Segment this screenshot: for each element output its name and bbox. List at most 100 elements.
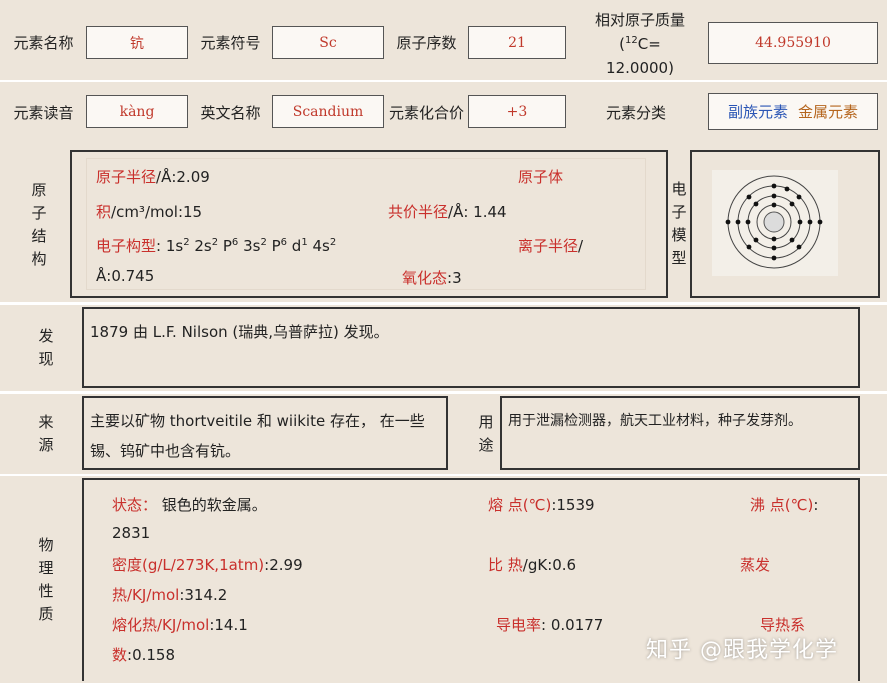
symbol-label: 元素符号 bbox=[200, 33, 261, 52]
density-label: 密度(g/L/273K,1atm) bbox=[112, 556, 265, 574]
oxidation-value: :3 bbox=[447, 269, 462, 287]
mass-label: 相对原子质量 (12C= 12.0000) bbox=[578, 8, 702, 80]
covalent-value: /Å: 1.44 bbox=[448, 203, 507, 221]
covalent-row: 共价半径/Å: 1.44 bbox=[388, 201, 507, 222]
fusion-value: :14.1 bbox=[209, 616, 248, 634]
thermal-row: 数:0.158 bbox=[112, 644, 175, 665]
category-label: 元素分类 bbox=[605, 103, 666, 122]
reading-value: kàng bbox=[86, 95, 188, 128]
physical-label: 物 理 性 质 bbox=[26, 480, 66, 680]
mass-label-line2: (12C= bbox=[619, 35, 661, 53]
model-label: 电 子 模 型 bbox=[668, 150, 690, 298]
density-value: :2.99 bbox=[264, 556, 303, 574]
number-value: 21 bbox=[468, 26, 566, 59]
state-value: 银色的软金属。 bbox=[157, 496, 267, 514]
specific-heat-row: 比 热/gK:0.6 bbox=[488, 554, 576, 575]
boiling-label: 沸 点(℃) bbox=[750, 496, 814, 514]
evaporation-value: :314.2 bbox=[179, 586, 228, 604]
category-value-1: 副族元素 bbox=[727, 103, 788, 121]
thermal-label-cont: 数 bbox=[112, 646, 128, 664]
thermal-value: :0.158 bbox=[127, 646, 176, 664]
evaporation-row: 热/KJ/mol:314.2 bbox=[112, 584, 227, 605]
english-label: 英文名称 bbox=[200, 103, 261, 122]
uses-label-char: 途 bbox=[478, 436, 494, 454]
atomic-structure-label: 原 子 结 构 bbox=[20, 150, 58, 300]
state-row: 状态： 银色的软金属。 bbox=[112, 494, 267, 515]
reading-label: 元素读音 bbox=[13, 103, 74, 122]
mass-label-sup: 12 bbox=[625, 35, 638, 46]
atomic-structure-label-char: 构 bbox=[31, 250, 47, 268]
density-row: 密度(g/L/273K,1atm):2.99 bbox=[112, 554, 303, 575]
melting-value: :1539 bbox=[551, 496, 595, 514]
oxidation-label: 氧化态 bbox=[402, 269, 448, 287]
ionic-label: 离子半径 bbox=[518, 237, 579, 255]
model-label-char: 型 bbox=[671, 249, 687, 267]
discovery-text: 1879 由 L.F. Nilson (瑞典,乌普萨拉) 发现。 bbox=[90, 323, 389, 341]
volume-label: 原子体 bbox=[518, 168, 564, 186]
electron-shell-diagram bbox=[712, 170, 838, 276]
conductivity-label: 导电率 bbox=[496, 616, 542, 634]
mass-value: 44.955910 bbox=[708, 22, 878, 64]
ionic-slash: / bbox=[578, 237, 584, 255]
name-value: 钪 bbox=[86, 26, 188, 59]
conductivity-row: 导电率: 0.0177 bbox=[496, 614, 603, 635]
config-row: 电子构型: 1s2 2s2 P6 3s2 P6 d1 4s2 bbox=[96, 235, 336, 256]
atomic-structure-label-char: 子 bbox=[31, 204, 47, 222]
discovery-label: 发 现 bbox=[26, 310, 66, 386]
fusion-label: 熔化热/KJ/mol bbox=[112, 616, 210, 634]
valence-value: +3 bbox=[468, 95, 566, 128]
boiling-value: 2831 bbox=[112, 524, 151, 542]
discovery-label-char: 现 bbox=[38, 350, 54, 368]
discovery-label-char: 发 bbox=[38, 327, 54, 345]
mass-label-line3: 12.0000) bbox=[606, 59, 674, 77]
uses-label: 用 途 bbox=[472, 398, 500, 470]
conductivity-value: : 0.0177 bbox=[541, 616, 604, 634]
oxidation-row: 氧化态:3 bbox=[402, 267, 462, 288]
atomic-structure-label-char: 结 bbox=[31, 227, 47, 245]
fusion-row: 熔化热/KJ/mol:14.1 bbox=[112, 614, 248, 635]
valence-label: 元素化合价 bbox=[389, 104, 465, 122]
mass-label-mid: C= bbox=[637, 35, 661, 53]
melting-row: 熔 点(℃):1539 bbox=[488, 494, 595, 515]
source-panel: 主要以矿物 thortveitile 和 wiikite 存在， 在一些 锡、钨… bbox=[82, 396, 448, 470]
radius-label: 原子半径 bbox=[96, 168, 157, 186]
source-label: 来 源 bbox=[26, 398, 66, 470]
ionic-row: 离子半径/ bbox=[518, 235, 583, 256]
english-value: Scandium bbox=[272, 95, 384, 128]
mass-label-line1: 相对原子质量 bbox=[594, 11, 685, 29]
watermark: 知乎 @跟我学化学 bbox=[646, 638, 838, 663]
name-label: 元素名称 bbox=[13, 33, 74, 52]
physical-label-char: 质 bbox=[38, 605, 54, 623]
evaporation-label-cont: 热/KJ/mol bbox=[112, 586, 180, 604]
symbol-value: Sc bbox=[272, 26, 384, 59]
physical-label-char: 性 bbox=[38, 582, 54, 600]
source-label-char: 来 bbox=[38, 413, 54, 431]
config-label: 电子构型 bbox=[96, 237, 157, 255]
uses-panel: 用于泄漏检测器，航天工业材料，种子发芽剂。 bbox=[500, 396, 860, 470]
radius-row: 原子半径/Å:2.09 bbox=[96, 166, 210, 187]
specific-heat-value: /gK:0.6 bbox=[522, 556, 577, 574]
state-label: 状态： bbox=[112, 496, 158, 514]
source-label-char: 源 bbox=[38, 436, 54, 454]
volume-value: /cm³/mol:15 bbox=[111, 203, 203, 221]
uses-text: 用于泄漏检测器，航天工业材料，种子发芽剂。 bbox=[508, 413, 802, 429]
config-value: : 1s2 2s2 P6 3s2 P6 d1 4s2 bbox=[156, 237, 337, 255]
category-value-2: 金属元素 bbox=[798, 103, 859, 121]
atomic-structure-panel: 原子半径/Å:2.09 原子体 积/cm³/mol:15 共价半径/Å: 1.4… bbox=[70, 150, 668, 298]
evaporation-label: 蒸发 bbox=[740, 556, 771, 574]
uses-label-char: 用 bbox=[478, 413, 494, 431]
atomic-structure-label-char: 原 bbox=[31, 181, 47, 199]
specific-heat-label: 比 热 bbox=[488, 556, 523, 574]
physical-label-char: 理 bbox=[38, 559, 54, 577]
boiling-colon: : bbox=[813, 496, 819, 514]
model-label-char: 子 bbox=[671, 203, 687, 221]
physical-label-char: 物 bbox=[38, 536, 54, 554]
covalent-label: 共价半径 bbox=[388, 203, 449, 221]
melting-label: 熔 点(℃) bbox=[488, 496, 552, 514]
model-label-char: 模 bbox=[671, 226, 687, 244]
row-divider bbox=[0, 80, 887, 82]
radius-value: /Å:2.09 bbox=[156, 168, 210, 186]
boiling-row: 沸 点(℃): bbox=[750, 494, 818, 515]
category-value: 副族元素 金属元素 bbox=[708, 93, 878, 130]
ionic-value: Å:0.745 bbox=[96, 267, 155, 285]
